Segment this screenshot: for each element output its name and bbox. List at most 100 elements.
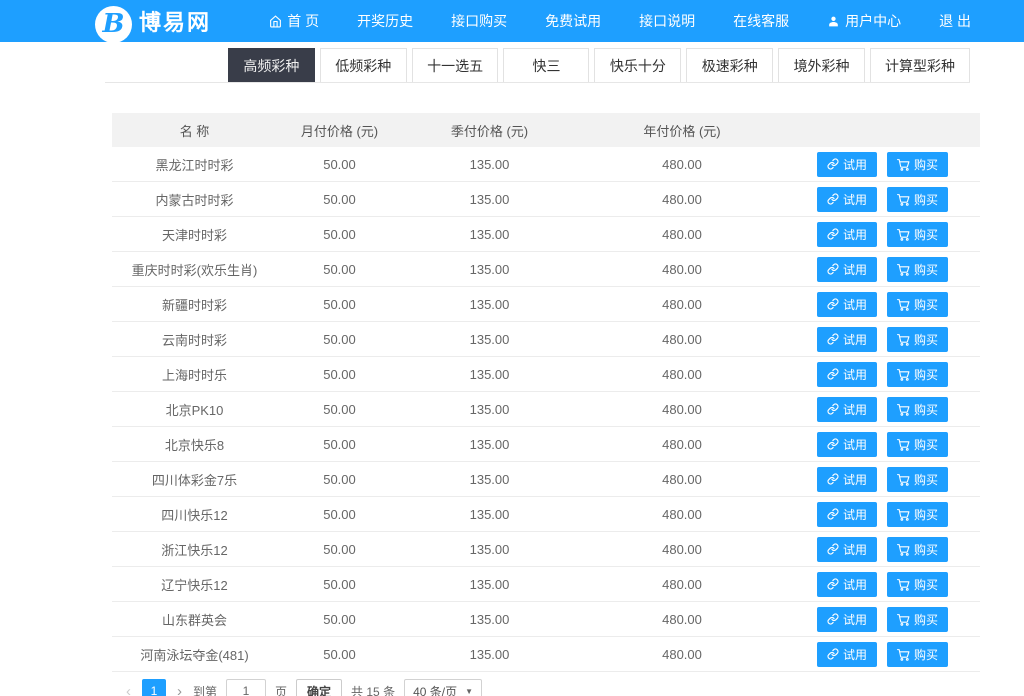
buy-button-label: 购买 xyxy=(914,401,938,418)
buy-button[interactable]: 购买 xyxy=(887,292,948,317)
cart-icon xyxy=(897,648,910,661)
buy-button-label: 购买 xyxy=(914,331,938,348)
table-row: 四川快乐12 50.00 135.00 480.00 试用 购买 xyxy=(112,497,980,532)
cell-actions: 试用 购买 xyxy=(787,292,980,317)
nav-item[interactable]: 免费试用 xyxy=(526,0,620,42)
trial-button[interactable]: 试用 xyxy=(817,432,877,457)
brand-name: 博易网 xyxy=(139,5,211,37)
link-icon xyxy=(827,543,839,555)
nav-item[interactable]: 用户中心 xyxy=(808,0,920,42)
nav-item[interactable]: 退 出 xyxy=(920,0,990,42)
buy-button[interactable]: 购买 xyxy=(887,222,948,247)
link-icon xyxy=(827,648,839,660)
buy-button[interactable]: 购买 xyxy=(887,327,948,352)
cell-quarterly-price: 135.00 xyxy=(402,157,577,172)
confirm-button[interactable]: 确定 xyxy=(296,679,342,696)
cart-icon xyxy=(897,228,910,241)
cell-quarterly-price: 135.00 xyxy=(402,612,577,627)
category-tab[interactable]: 计算型彩种 xyxy=(870,48,970,82)
cell-monthly-price: 50.00 xyxy=(277,297,402,312)
buy-button-label: 购买 xyxy=(914,156,938,173)
trial-button[interactable]: 试用 xyxy=(817,572,877,597)
buy-button[interactable]: 购买 xyxy=(887,187,948,212)
category-tab[interactable]: 极速彩种 xyxy=(686,48,773,82)
page-number-button[interactable]: 1 xyxy=(142,679,166,696)
trial-button-label: 试用 xyxy=(843,506,867,523)
nav-item-label: 首 页 xyxy=(287,11,319,31)
goto-page-input[interactable] xyxy=(226,679,266,696)
header-quarterly-price: 季付价格 (元) xyxy=(402,121,577,140)
buy-button-label: 购买 xyxy=(914,541,938,558)
buy-button[interactable]: 购买 xyxy=(887,502,948,527)
per-page-select[interactable]: 40 条/页 ▼ xyxy=(404,679,482,696)
buy-button-label: 购买 xyxy=(914,471,938,488)
trial-button-label: 试用 xyxy=(843,156,867,173)
header-monthly-price: 月付价格 (元) xyxy=(277,121,402,140)
buy-button[interactable]: 购买 xyxy=(887,432,948,457)
trial-button[interactable]: 试用 xyxy=(817,327,877,352)
category-tab[interactable]: 快乐十分 xyxy=(594,48,681,82)
trial-button-label: 试用 xyxy=(843,576,867,593)
link-icon xyxy=(827,473,839,485)
link-icon xyxy=(827,263,839,275)
buy-button[interactable]: 购买 xyxy=(887,152,948,177)
nav-item[interactable]: 开奖历史 xyxy=(338,0,432,42)
trial-button[interactable]: 试用 xyxy=(817,222,877,247)
trial-button[interactable]: 试用 xyxy=(817,187,877,212)
trial-button[interactable]: 试用 xyxy=(817,292,877,317)
nav-item[interactable]: 在线客服 xyxy=(714,0,808,42)
nav-item-label: 在线客服 xyxy=(733,11,789,31)
trial-button-label: 试用 xyxy=(843,191,867,208)
table-row: 新疆时时彩 50.00 135.00 480.00 试用 购买 xyxy=(112,287,980,322)
trial-button[interactable]: 试用 xyxy=(817,152,877,177)
nav-item[interactable]: 接口说明 xyxy=(620,0,714,42)
trial-button[interactable]: 试用 xyxy=(817,642,877,667)
table-row: 天津时时彩 50.00 135.00 480.00 试用 购买 xyxy=(112,217,980,252)
link-icon xyxy=(827,193,839,205)
buy-button[interactable]: 购买 xyxy=(887,467,948,492)
buy-button[interactable]: 购买 xyxy=(887,642,948,667)
prev-page-button[interactable]: ‹ xyxy=(124,684,133,696)
table-row: 上海时时乐 50.00 135.00 480.00 试用 购买 xyxy=(112,357,980,392)
category-tab[interactable]: 十一选五 xyxy=(412,48,499,82)
buy-button[interactable]: 购买 xyxy=(887,362,948,387)
trial-button[interactable]: 试用 xyxy=(817,607,877,632)
nav-item-label: 开奖历史 xyxy=(357,11,413,31)
nav-item[interactable]: 接口购买 xyxy=(432,0,526,42)
cell-name: 云南时时彩 xyxy=(112,330,277,349)
nav-item[interactable]: 首 页 xyxy=(250,0,338,42)
trial-button[interactable]: 试用 xyxy=(817,362,877,387)
buy-button[interactable]: 购买 xyxy=(887,257,948,282)
buy-button-label: 购买 xyxy=(914,226,938,243)
cart-icon xyxy=(897,298,910,311)
home-icon xyxy=(269,15,282,28)
category-tab[interactable]: 境外彩种 xyxy=(778,48,865,82)
cell-monthly-price: 50.00 xyxy=(277,367,402,382)
buy-button[interactable]: 购买 xyxy=(887,607,948,632)
buy-button[interactable]: 购买 xyxy=(887,397,948,422)
cell-monthly-price: 50.00 xyxy=(277,542,402,557)
table-row: 云南时时彩 50.00 135.00 480.00 试用 购买 xyxy=(112,322,980,357)
category-tab[interactable]: 低频彩种 xyxy=(320,48,407,82)
cell-name: 新疆时时彩 xyxy=(112,295,277,314)
trial-button[interactable]: 试用 xyxy=(817,257,877,282)
cell-actions: 试用 购买 xyxy=(787,187,980,212)
buy-button-label: 购买 xyxy=(914,436,938,453)
category-tab[interactable]: 快三 xyxy=(503,48,589,82)
category-tab[interactable]: 高频彩种 xyxy=(228,48,315,82)
trial-button[interactable]: 试用 xyxy=(817,397,877,422)
buy-button[interactable]: 购买 xyxy=(887,572,948,597)
buy-button-label: 购买 xyxy=(914,261,938,278)
next-page-button[interactable]: › xyxy=(175,684,184,696)
buy-button[interactable]: 购买 xyxy=(887,537,948,562)
trial-button[interactable]: 试用 xyxy=(817,467,877,492)
trial-button[interactable]: 试用 xyxy=(817,502,877,527)
brand-logo[interactable]: B 博易网 xyxy=(95,3,211,40)
cart-icon xyxy=(897,473,910,486)
cell-quarterly-price: 135.00 xyxy=(402,437,577,452)
trial-button[interactable]: 试用 xyxy=(817,537,877,562)
link-icon xyxy=(827,438,839,450)
user-icon xyxy=(827,15,840,28)
trial-button-label: 试用 xyxy=(843,261,867,278)
cell-actions: 试用 购买 xyxy=(787,222,980,247)
